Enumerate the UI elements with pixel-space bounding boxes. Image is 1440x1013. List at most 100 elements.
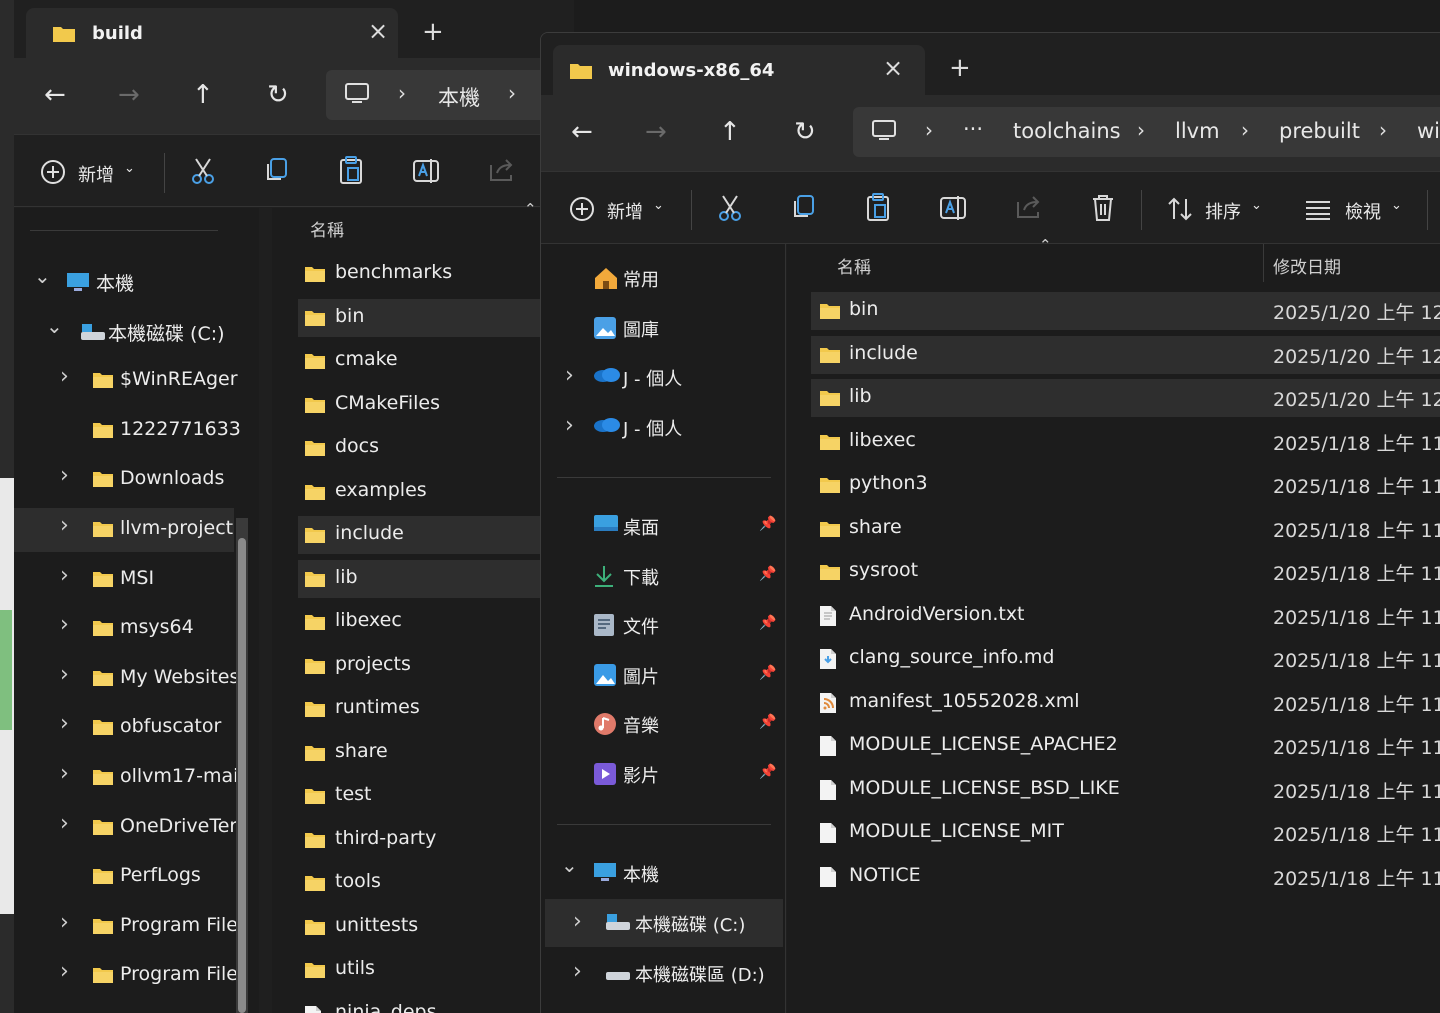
file-row[interactable]: MODULE_LICENSE_APACHE2 2025/1/18 上午 11:2: [811, 727, 1440, 765]
rename-icon[interactable]: [412, 157, 440, 185]
nav-item-pinned[interactable]: 影片 📌: [541, 750, 786, 798]
tree-item[interactable]: › obfuscator: [14, 706, 234, 750]
chevron-right-icon[interactable]: ›: [60, 463, 69, 488]
pin-icon[interactable]: 📌: [759, 665, 776, 681]
chevron-right-icon[interactable]: ›: [60, 563, 69, 588]
cut-icon[interactable]: [717, 194, 743, 222]
nav-item[interactable]: › J - 個人: [541, 403, 786, 451]
new-tab-button[interactable]: +: [422, 17, 444, 47]
tree-item[interactable]: PerfLogs: [14, 855, 234, 899]
chevron-right-icon[interactable]: ›: [508, 81, 516, 105]
file-row[interactable]: ninja_deps: [298, 995, 574, 1013]
paste-icon[interactable]: [865, 192, 891, 222]
tab-build[interactable]: build ×: [26, 8, 398, 58]
chevron-right-icon[interactable]: ›: [565, 413, 574, 438]
nav-item-pinned[interactable]: 桌面 📌: [541, 502, 786, 550]
tree-item[interactable]: 1222771633: [14, 409, 241, 453]
file-row[interactable]: bin 2025/1/20 上午 12:2: [811, 292, 1440, 330]
new-button[interactable]: 新增 ⌄: [38, 155, 150, 189]
refresh-icon[interactable]: ↻: [794, 117, 816, 147]
file-row[interactable]: lib 2025/1/20 上午 12:2: [811, 379, 1440, 417]
breadcrumb-windows[interactable]: wi: [1417, 119, 1440, 143]
file-row[interactable]: runtimes: [298, 690, 574, 728]
breadcrumb-toolchains[interactable]: toolchains: [1013, 119, 1121, 143]
file-row[interactable]: MODULE_LICENSE_BSD_LIKE 2025/1/18 上午 11:2: [811, 771, 1440, 809]
pin-icon[interactable]: 📌: [759, 764, 776, 780]
column-header-name[interactable]: 名稱: [310, 216, 344, 241]
up-icon[interactable]: ↑: [192, 80, 214, 110]
tree-item[interactable]: › Program File: [14, 954, 238, 998]
file-row[interactable]: include 2025/1/20 上午 12:2: [811, 335, 1440, 374]
file-row[interactable]: bin: [298, 298, 574, 337]
tree-item[interactable]: › msys64: [14, 607, 234, 651]
nav-item-pinned[interactable]: 圖片 📌: [541, 651, 786, 699]
nav-item[interactable]: 常用: [541, 254, 786, 302]
tree-item[interactable]: ⌄ 本機: [14, 260, 234, 304]
nav-scrollbar[interactable]: [236, 518, 248, 1013]
rename-icon[interactable]: [939, 194, 967, 222]
file-row[interactable]: benchmarks: [298, 255, 574, 293]
chevron-right-icon[interactable]: ›: [60, 364, 69, 389]
file-row[interactable]: NOTICE 2025/1/18 上午 11:2: [811, 858, 1440, 896]
column-header-date[interactable]: 修改日期: [1273, 253, 1341, 278]
up-icon[interactable]: ↑: [719, 117, 741, 147]
refresh-icon[interactable]: ↻: [267, 80, 289, 110]
chevron-right-icon[interactable]: ›: [60, 811, 69, 836]
chevron-right-icon[interactable]: ›: [60, 612, 69, 637]
file-row[interactable]: tools: [298, 864, 574, 902]
delete-icon[interactable]: [1091, 194, 1115, 222]
file-row[interactable]: python3 2025/1/18 上午 11:2: [811, 466, 1440, 504]
tree-item[interactable]: › Program File: [14, 905, 238, 949]
file-row[interactable]: clang_source_info.md 2025/1/18 上午 11:2: [811, 640, 1440, 678]
chevron-right-icon[interactable]: ›: [1137, 118, 1145, 142]
breadcrumb-llvm[interactable]: llvm: [1175, 119, 1220, 143]
chevron-right-icon[interactable]: ›: [925, 118, 933, 142]
file-row[interactable]: libexec 2025/1/18 上午 11:2: [811, 423, 1440, 461]
tab-windows-x86_64[interactable]: windows-x86_64 ×: [553, 45, 925, 95]
nav-item-pinned[interactable]: 文件 📌: [541, 601, 786, 649]
tree-item[interactable]: › ollvm17-mai: [14, 756, 238, 800]
chevron-right-icon[interactable]: ›: [1379, 118, 1387, 142]
file-row[interactable]: lib: [298, 559, 574, 598]
pin-icon[interactable]: 📌: [759, 516, 776, 532]
tree-item[interactable]: › $WinREAger: [14, 359, 238, 403]
new-button[interactable]: 新增 ⌄: [567, 192, 679, 226]
file-row[interactable]: utils: [298, 951, 574, 989]
pin-icon[interactable]: 📌: [759, 714, 776, 730]
file-row[interactable]: test: [298, 777, 574, 815]
file-row[interactable]: sysroot 2025/1/18 上午 11:2: [811, 553, 1440, 591]
chevron-right-icon[interactable]: ›: [60, 761, 69, 786]
nav-item-drive[interactable]: › 本機磁碟區 (D:): [545, 949, 783, 997]
file-row[interactable]: unittests: [298, 908, 574, 946]
chevron-right-icon[interactable]: ›: [398, 81, 406, 105]
forward-icon[interactable]: →: [118, 80, 140, 110]
chevron-right-icon[interactable]: ›: [573, 909, 582, 934]
pin-icon[interactable]: 📌: [759, 566, 776, 582]
close-tab-icon[interactable]: ×: [883, 54, 903, 82]
chevron-down-icon[interactable]: ⌄: [34, 264, 51, 288]
file-row[interactable]: include: [298, 516, 574, 554]
chevron-down-icon[interactable]: ⌄: [561, 853, 578, 877]
breadcrumb-prebuilt[interactable]: prebuilt: [1279, 119, 1360, 143]
file-row[interactable]: CMakeFiles: [298, 386, 574, 424]
tree-item[interactable]: › llvm-project: [14, 508, 234, 552]
view-button[interactable]: 檢視 ⌄: [1305, 192, 1405, 226]
chevron-right-icon[interactable]: ›: [565, 363, 574, 388]
tree-item[interactable]: › OneDriveTer: [14, 806, 237, 850]
chevron-right-icon[interactable]: ›: [60, 959, 69, 984]
address-bar[interactable]: › 本機 ›: [326, 70, 574, 120]
file-row[interactable]: third-party: [298, 821, 574, 859]
nav-item-pinned[interactable]: 下載 📌: [541, 552, 786, 600]
tree-item[interactable]: ⌄ 本機磁碟 (C:): [14, 310, 234, 354]
file-row[interactable]: share 2025/1/18 上午 11:2: [811, 510, 1440, 548]
chevron-right-icon[interactable]: ›: [1241, 118, 1249, 142]
copy-icon[interactable]: [264, 157, 290, 185]
chevron-right-icon[interactable]: ›: [573, 959, 582, 984]
nav-item-this-pc[interactable]: ⌄ 本機: [541, 849, 786, 897]
file-row[interactable]: docs: [298, 429, 574, 467]
copy-icon[interactable]: [791, 194, 817, 222]
tree-item[interactable]: › My Websites: [14, 657, 239, 701]
nav-item-pinned[interactable]: 音樂 📌: [541, 700, 786, 748]
chevron-down-icon[interactable]: ⌄: [46, 314, 63, 338]
file-row[interactable]: share: [298, 734, 574, 772]
